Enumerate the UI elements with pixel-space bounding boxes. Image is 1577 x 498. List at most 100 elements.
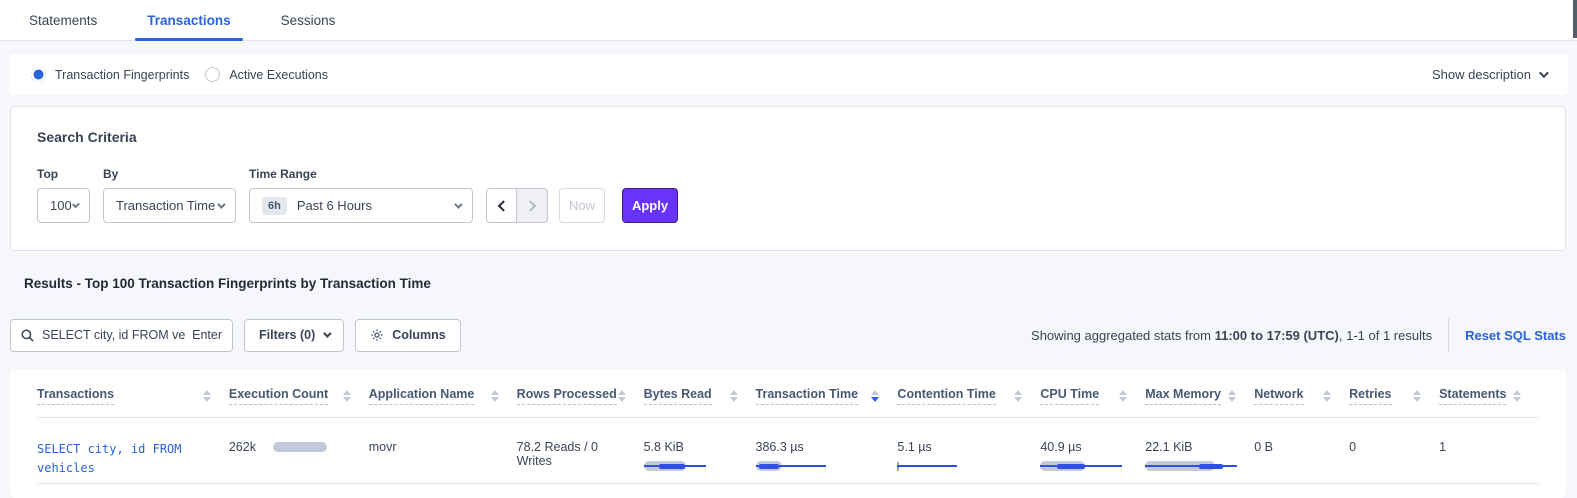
tab-sessions-label: Sessions	[281, 13, 336, 28]
sort-icon[interactable]	[491, 390, 499, 402]
sort-icon[interactable]	[1014, 390, 1022, 402]
radio-active-executions[interactable]: Active Executions	[205, 67, 328, 82]
view-toggle-card: Transaction Fingerprints Active Executio…	[9, 54, 1568, 95]
search-criteria-title: Search Criteria	[37, 129, 1539, 145]
table-header-row: Transactions Execution Count Application…	[37, 373, 1539, 418]
cell-cpu-time: 40.9 µs	[1040, 418, 1145, 478]
reset-sql-stats-link[interactable]: Reset SQL Stats	[1465, 328, 1566, 343]
cell-max-memory: 22.1 KiB	[1145, 418, 1254, 478]
column-header-retries[interactable]: Retries	[1349, 373, 1439, 417]
column-header-statements[interactable]: Statements	[1439, 373, 1539, 417]
column-header-contention-time[interactable]: Contention Time	[897, 373, 1040, 417]
sort-icon[interactable]	[1413, 390, 1421, 402]
cell-rows-processed: 78.2 Reads / 0 Writes	[517, 418, 644, 474]
top-select-value: 100	[50, 198, 72, 213]
search-input[interactable]	[42, 328, 186, 342]
cell-transaction: SELECT city, id FROM vehicles	[37, 418, 229, 483]
transaction-time-value: 386.3 µs	[756, 440, 880, 454]
sort-desc-active-icon[interactable]	[871, 390, 879, 402]
sort-icon[interactable]	[1513, 390, 1521, 402]
bytes-read-value: 5.8 KiB	[644, 440, 738, 454]
radio-unselected-icon	[205, 67, 220, 82]
stats-time-range: 11:00 to 17:59 (UTC)	[1215, 328, 1339, 343]
tab-statements-label: Statements	[29, 13, 97, 28]
cell-bytes-read: 5.8 KiB	[644, 418, 756, 478]
search-criteria-row: Top 100 By Transaction Time Time Range 6…	[37, 167, 1539, 223]
contention-time-bar	[897, 460, 1022, 472]
by-field: By Transaction Time	[103, 167, 236, 223]
previous-time-range-button[interactable]	[486, 188, 517, 223]
table-row: SELECT city, id FROM vehicles 262k movr …	[37, 418, 1539, 484]
statements-value: 1	[1439, 440, 1446, 454]
column-header-application-name[interactable]: Application Name	[369, 373, 517, 417]
cell-contention-time: 5.1 µs	[897, 418, 1040, 478]
gear-icon	[370, 328, 384, 342]
sort-icon[interactable]	[343, 390, 351, 402]
column-header-bytes-read[interactable]: Bytes Read	[644, 373, 756, 417]
time-range-badge: 6h	[262, 197, 287, 215]
column-header-network[interactable]: Network	[1254, 373, 1349, 417]
columns-label: Columns	[392, 328, 445, 342]
tab-transactions[interactable]: Transactions	[143, 0, 234, 40]
transaction-time-bar	[756, 460, 880, 472]
time-range-label: Time Range	[249, 167, 473, 181]
show-description-label: Show description	[1432, 67, 1531, 82]
show-description-button[interactable]: Show description	[1432, 67, 1546, 82]
by-label: By	[103, 167, 236, 181]
chevron-right-icon	[525, 200, 536, 211]
cell-execution-count: 262k	[229, 418, 369, 460]
sort-icon[interactable]	[618, 390, 626, 402]
columns-button[interactable]: Columns	[355, 319, 460, 352]
chevron-left-icon	[497, 200, 508, 211]
search-enter-button[interactable]: Enter	[186, 328, 222, 342]
bytes-read-bar	[644, 460, 738, 472]
by-select-value: Transaction Time	[116, 198, 215, 213]
cell-network: 0 B	[1254, 418, 1349, 460]
sort-icon[interactable]	[203, 390, 211, 402]
top-select[interactable]: 100	[37, 188, 90, 223]
time-range-field: Time Range 6h Past 6 Hours	[249, 167, 473, 223]
time-range-arrows	[486, 188, 548, 223]
cell-application-name: movr	[369, 418, 517, 460]
sort-icon[interactable]	[730, 390, 738, 402]
filters-button[interactable]: Filters (0)	[244, 319, 344, 352]
search-criteria-card: Search Criteria Top 100 By Transaction T…	[10, 106, 1566, 251]
time-range-select[interactable]: 6h Past 6 Hours	[249, 188, 473, 223]
column-header-cpu-time[interactable]: CPU Time	[1040, 373, 1145, 417]
application-name-value: movr	[369, 440, 397, 454]
contention-time-value: 5.1 µs	[897, 440, 1022, 454]
next-time-range-button-disabled[interactable]	[517, 188, 548, 223]
now-button[interactable]: Now	[559, 188, 605, 223]
sort-icon[interactable]	[1119, 390, 1127, 402]
column-header-transaction-time-sorted-desc[interactable]: Transaction Time	[756, 373, 898, 417]
column-header-rows-processed[interactable]: Rows Processed	[517, 373, 644, 417]
search-box: Enter	[10, 319, 233, 352]
top-tab-bar: Statements Transactions Sessions	[0, 0, 1577, 41]
chevron-down-icon	[454, 200, 462, 208]
column-header-execution-count[interactable]: Execution Count	[229, 373, 369, 417]
sort-icon[interactable]	[1228, 390, 1236, 402]
chevron-down-icon	[1539, 68, 1549, 78]
radio-active-executions-label: Active Executions	[229, 68, 328, 82]
vertical-divider	[1448, 318, 1449, 352]
network-value: 0 B	[1254, 440, 1273, 454]
cpu-time-value: 40.9 µs	[1040, 440, 1127, 454]
search-icon	[21, 329, 34, 342]
radio-fingerprints-label: Transaction Fingerprints	[55, 68, 189, 82]
column-header-max-memory[interactable]: Max Memory	[1145, 373, 1254, 417]
sort-icon[interactable]	[1323, 390, 1331, 402]
radio-transaction-fingerprints[interactable]: Transaction Fingerprints	[31, 67, 189, 82]
by-select[interactable]: Transaction Time	[103, 188, 236, 223]
tab-sessions[interactable]: Sessions	[277, 0, 340, 40]
scrollbar-thumb[interactable]	[1573, 0, 1577, 38]
radio-selected-icon	[31, 67, 46, 82]
stats-prefix: Showing aggregated stats from	[1031, 328, 1215, 343]
apply-button[interactable]: Apply	[622, 188, 678, 223]
rows-processed-value: 78.2 Reads / 0 Writes	[517, 440, 598, 468]
tab-statements[interactable]: Statements	[25, 0, 101, 40]
column-header-transactions[interactable]: Transactions	[37, 373, 229, 417]
top-field: Top 100	[37, 167, 90, 223]
transactions-table: Transactions Execution Count Application…	[10, 369, 1566, 498]
execution-count-value: 262k	[229, 440, 256, 454]
results-toolbar: Enter Filters (0) Columns Showing aggreg…	[10, 318, 1566, 352]
